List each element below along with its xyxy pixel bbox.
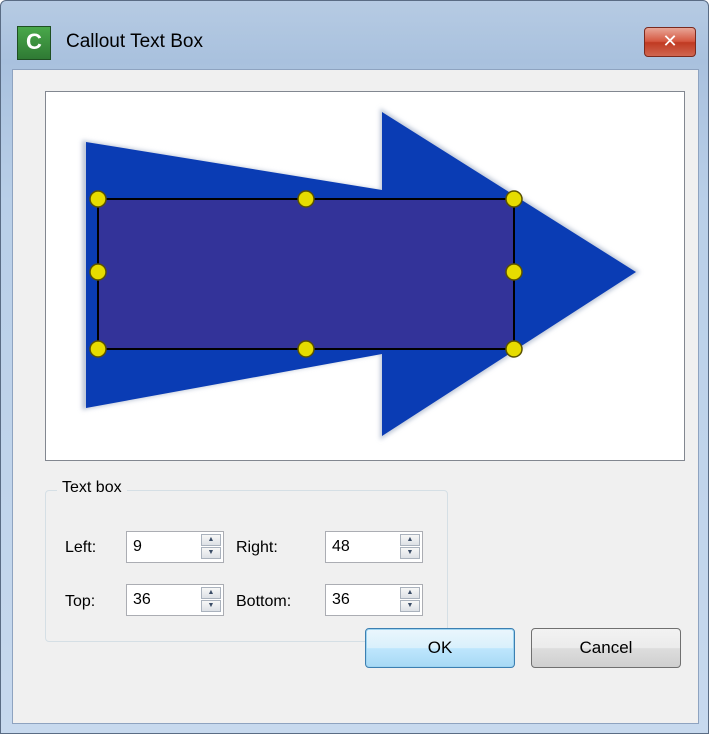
bottom-spin-up-button[interactable]: ▲ (400, 587, 420, 599)
left-spin-up-button[interactable]: ▲ (201, 534, 221, 546)
left-label: Left: (65, 539, 97, 556)
left-spin-down-button[interactable]: ▼ (201, 547, 221, 559)
preview-canvas (82, 108, 640, 440)
title-bar[interactable]: C Callout Text Box ✕ (1, 1, 708, 67)
dialog-window: C Callout Text Box ✕ Text box Left: 9 ▲ … (0, 0, 709, 734)
top-spin-up-button[interactable]: ▲ (201, 587, 221, 599)
right-spin-up-button[interactable]: ▲ (400, 534, 420, 546)
callout-preview (45, 91, 685, 461)
bottom-spin-buttons: ▲ ▼ (400, 587, 420, 613)
text-box-region[interactable] (97, 198, 515, 350)
right-spinbox: ▲ ▼ (325, 531, 423, 563)
bottom-input[interactable] (326, 585, 402, 615)
handle-bottom-right[interactable] (505, 340, 523, 358)
right-label: Right: (236, 539, 278, 556)
handle-bottom-middle[interactable] (297, 340, 315, 358)
handle-middle-right[interactable] (505, 263, 523, 281)
handle-top-right[interactable] (505, 190, 523, 208)
ok-button[interactable]: OK (365, 628, 515, 668)
text-box-group (45, 490, 448, 642)
bottom-spinbox: ▲ ▼ (325, 584, 423, 616)
top-input[interactable] (127, 585, 203, 615)
app-icon: C (17, 26, 51, 60)
right-input[interactable] (326, 532, 402, 562)
dialog-client-area: Text box Left: ▲ ▼ Right: ▲ ▼ Top: ▲ ▼ (12, 69, 699, 724)
left-spinbox: ▲ ▼ (126, 531, 224, 563)
top-spin-down-button[interactable]: ▼ (201, 600, 221, 612)
text-box-group-legend: Text box (57, 479, 127, 497)
bottom-spin-down-button[interactable]: ▼ (400, 600, 420, 612)
left-spin-buttons: ▲ ▼ (201, 534, 221, 560)
top-label: Top: (65, 593, 96, 610)
handle-bottom-left[interactable] (89, 340, 107, 358)
handle-top-middle[interactable] (297, 190, 315, 208)
close-button[interactable]: ✕ (644, 27, 696, 57)
window-title: Callout Text Box (66, 31, 203, 52)
right-spin-down-button[interactable]: ▼ (400, 547, 420, 559)
right-spin-buttons: ▲ ▼ (400, 534, 420, 560)
top-spinbox: ▲ ▼ (126, 584, 224, 616)
top-spin-buttons: ▲ ▼ (201, 587, 221, 613)
cancel-button[interactable]: Cancel (531, 628, 681, 668)
handle-middle-left[interactable] (89, 263, 107, 281)
bottom-label: Bottom: (236, 593, 292, 610)
handle-top-left[interactable] (89, 190, 107, 208)
left-input[interactable] (127, 532, 203, 562)
